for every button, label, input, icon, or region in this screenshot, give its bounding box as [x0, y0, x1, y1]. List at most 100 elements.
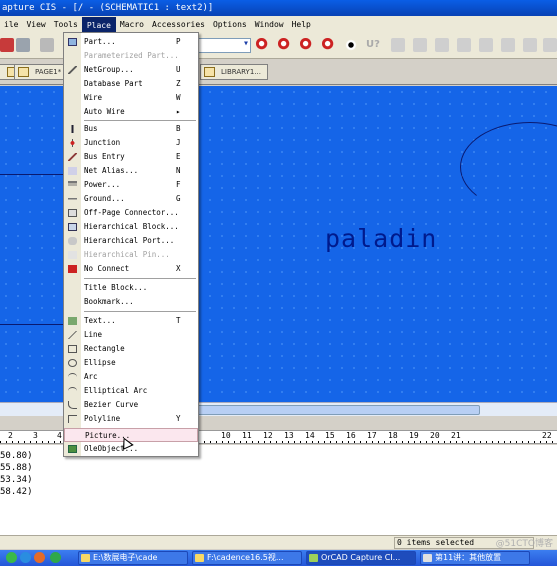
netgroup-icon — [68, 66, 77, 74]
menu-item-rectangle[interactable]: Rectangle — [64, 342, 198, 356]
log-line: 55.88) — [0, 463, 33, 473]
menu-separator — [84, 278, 196, 279]
ruler-number: 14 — [305, 431, 315, 440]
menu-item-power[interactable]: Power... F — [64, 178, 198, 192]
menu-item-hierarchical-port[interactable]: Hierarchical Port... — [64, 234, 198, 248]
menu-window[interactable]: Window — [251, 17, 288, 32]
text-icon — [68, 317, 77, 325]
menu-item-wire[interactable]: Wire W — [64, 91, 198, 105]
hierarchical-pin-icon — [68, 251, 77, 259]
menu-item-polyline[interactable]: Polyline Y — [64, 412, 198, 426]
wire[interactable] — [0, 324, 64, 325]
ruler-number: 16 — [346, 431, 356, 440]
menu-item-database-part[interactable]: Database Part Z — [64, 77, 198, 91]
zoom-out-icon[interactable] — [278, 38, 292, 52]
menu-item-hierarchical-block[interactable]: Hierarchical Block... — [64, 220, 198, 234]
wire[interactable] — [0, 174, 64, 175]
ellipse-icon — [68, 359, 77, 367]
menu-item-net-alias[interactable]: Net Alias... N — [64, 164, 198, 178]
schematic-page-icon — [18, 67, 29, 77]
tab-page1[interactable]: PAGE1* — [14, 64, 68, 80]
print-preview-icon[interactable] — [40, 38, 54, 52]
ruler-number: 22 — [542, 431, 552, 440]
menu-item-elliptical-arc[interactable]: Elliptical Arc — [64, 384, 198, 398]
menu-item-part[interactable]: Part... P — [64, 35, 198, 49]
menu-item-bus[interactable]: Bus B — [64, 122, 198, 136]
polyline-icon — [68, 415, 77, 423]
status-bar: 0 items selected — [0, 535, 557, 549]
project-manager-icon[interactable] — [543, 38, 557, 52]
browser-icon[interactable] — [34, 552, 45, 563]
menu-item-line[interactable]: Line — [64, 328, 198, 342]
menu-item-ground[interactable]: Ground... G — [64, 192, 198, 206]
ruler-number: 15 — [325, 431, 335, 440]
window-title-bar: apture CIS - [/ - (SCHEMATIC1 : text2)] — [0, 0, 557, 16]
ruler-number: 11 — [242, 431, 252, 440]
bom-icon[interactable] — [457, 38, 471, 52]
scrollbar-thumb[interactable] — [196, 405, 480, 415]
menu-item-netgroup[interactable]: NetGroup... U — [64, 63, 198, 77]
snap-grid-icon[interactable] — [479, 38, 493, 52]
drag-connected-icon[interactable] — [523, 38, 537, 52]
menu-item-hierarchical-pin[interactable]: Hierarchical Pin... — [64, 248, 198, 262]
junction-icon — [68, 139, 77, 147]
log-line: 53.34) — [0, 475, 33, 485]
media-icon[interactable] — [50, 552, 61, 563]
start-icon[interactable] — [6, 552, 17, 563]
off-page-connector-icon — [68, 209, 77, 217]
net-alias-icon — [68, 167, 77, 175]
canvas-text[interactable]: paladin — [325, 224, 437, 253]
netlist-icon[interactable] — [413, 38, 427, 52]
menu-options[interactable]: Options — [209, 17, 251, 32]
menu-item-bezier-curve[interactable]: Bezier Curve — [64, 398, 198, 412]
zoom-all-icon[interactable] — [322, 38, 336, 52]
annotate-icon[interactable]: U? — [366, 39, 380, 50]
menu-accessories[interactable]: Accessories — [148, 17, 209, 32]
save-icon[interactable] — [0, 38, 14, 52]
menu-place[interactable]: Place — [81, 17, 116, 32]
bus-entry-icon — [68, 153, 77, 161]
menu-item-off-page-connector[interactable]: Off-Page Connector... — [64, 206, 198, 220]
arc-shape[interactable] — [460, 122, 557, 212]
menu-macro[interactable]: Macro — [116, 17, 148, 32]
bus-icon — [68, 125, 77, 133]
menu-item-auto-wire[interactable]: Auto Wire ▸ — [64, 105, 198, 119]
menu-item-junction[interactable]: Junction J — [64, 136, 198, 150]
cross-reference-icon[interactable] — [435, 38, 449, 52]
drc-icon[interactable] — [391, 38, 405, 52]
ruler-number: 4 — [57, 431, 62, 440]
session-log[interactable]: 50.80) 55.88) 53.34) 58.42) — [0, 445, 557, 535]
menu-item-ellipse[interactable]: Ellipse — [64, 356, 198, 370]
folder-icon — [81, 554, 90, 562]
menu-item-title-block[interactable]: Title Block... — [64, 281, 198, 295]
eye-icon[interactable] — [344, 38, 358, 52]
taskbar-item[interactable]: F:\cadence16.5视... — [192, 551, 302, 565]
menu-separator — [84, 120, 196, 121]
print-icon[interactable] — [16, 38, 30, 52]
zoom-area-icon[interactable] — [300, 38, 314, 52]
elliptical-arc-icon — [68, 387, 77, 395]
taskbar-item[interactable]: OrCAD Capture CI... — [306, 551, 416, 565]
area-select-icon[interactable] — [501, 38, 515, 52]
menu-item-parameterized-part[interactable]: Parameterized Part... — [64, 49, 198, 63]
quicklaunch-icon[interactable] — [20, 552, 31, 563]
menu-item-text[interactable]: Text... T — [64, 314, 198, 328]
menu-tools[interactable]: Tools — [50, 17, 82, 32]
taskbar-item[interactable]: E:\数展电子\cade — [78, 551, 188, 565]
menu-item-no-connect[interactable]: No Connect X — [64, 262, 198, 276]
menu-item-bookmark[interactable]: Bookmark... — [64, 295, 198, 309]
menu-file[interactable]: ile — [0, 17, 22, 32]
ruler-number: 3 — [33, 431, 38, 440]
menu-view[interactable]: View — [22, 17, 49, 32]
zoom-in-icon[interactable] — [256, 38, 270, 52]
taskbar-item[interactable]: 第11讲：其他放置 — [420, 551, 530, 565]
watermark: @51CTO博客 — [495, 539, 553, 549]
bezier-curve-icon — [68, 401, 77, 409]
menu-item-bus-entry[interactable]: Bus Entry E — [64, 150, 198, 164]
ruler-number: 21 — [451, 431, 461, 440]
ruler-number: 20 — [430, 431, 440, 440]
menu-item-arc[interactable]: Arc — [64, 370, 198, 384]
tab-library1[interactable]: LIBRARY1... — [200, 64, 268, 80]
menu-help[interactable]: Help — [288, 17, 315, 32]
zoom-select[interactable] — [197, 38, 251, 53]
